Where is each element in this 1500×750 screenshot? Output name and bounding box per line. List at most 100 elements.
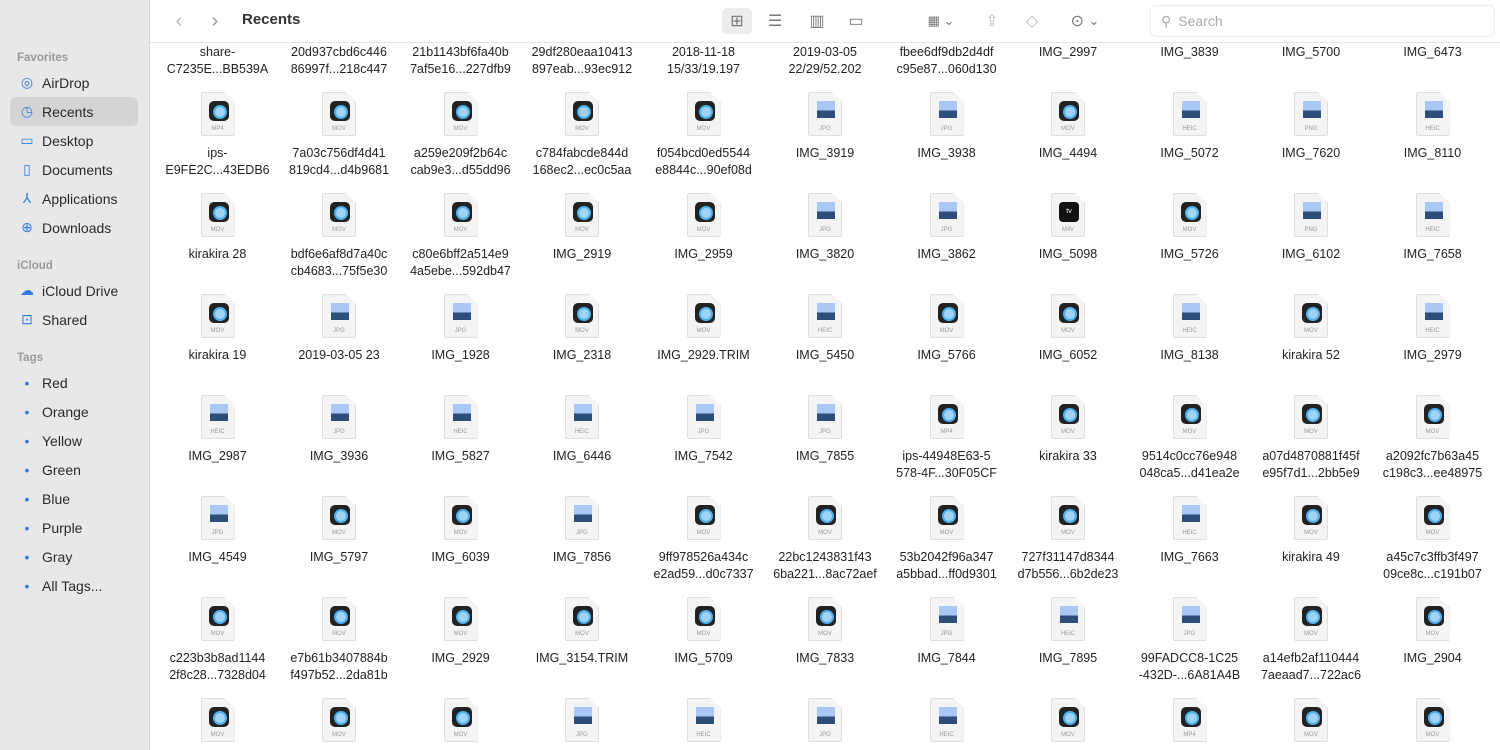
sidebar-item-gray[interactable]: • Gray bbox=[10, 542, 138, 571]
file-item[interactable]: MOV bdf6e6af8d7a40c cb4683...75f5e30 bbox=[279, 193, 400, 280]
file-item[interactable]: MOV IMG_5797 bbox=[279, 496, 400, 566]
file-item[interactable]: MOV f054bcd0ed5544 e8844c...90ef08d bbox=[643, 92, 764, 179]
back-button[interactable]: ‹ bbox=[168, 8, 190, 34]
file-item[interactable]: MOV bbox=[157, 698, 278, 742]
group-button[interactable]: ▦ ⌄ bbox=[920, 8, 962, 34]
file-item[interactable]: JPG IMG_7855 bbox=[765, 395, 886, 465]
file-item[interactable]: MOV IMG_2904 bbox=[1372, 597, 1493, 667]
sidebar-item-yellow[interactable]: • Yellow bbox=[10, 426, 138, 455]
file-item[interactable]: PNG IMG_7620 bbox=[1251, 92, 1372, 162]
file-item[interactable]: MOV 53b2042f96a347 a5bbad...ff0d9301 bbox=[886, 496, 1007, 583]
sidebar-item-recents[interactable]: ◷ Recents bbox=[10, 97, 138, 126]
file-item[interactable]: JPG IMG_4549 bbox=[157, 496, 278, 566]
file-item[interactable]: MOV bbox=[1251, 698, 1372, 742]
file-item[interactable]: MOV 7a03c756df4d41 819cd4...d4b9681 bbox=[279, 92, 400, 179]
file-item[interactable]: MP4 ips- E9FE2C...43EDB6 bbox=[157, 92, 278, 179]
sidebar-item-downloads[interactable]: ⊕ Downloads bbox=[10, 213, 138, 242]
file-item[interactable]: MOV IMG_2929.TRIM bbox=[643, 294, 764, 364]
share-button[interactable]: ⇪ bbox=[980, 8, 1004, 34]
more-actions-button[interactable]: ⊙ ⌄ bbox=[1064, 8, 1106, 34]
file-item[interactable]: HEIC bbox=[886, 698, 1007, 742]
file-item[interactable]: HEIC bbox=[643, 698, 764, 742]
file-item[interactable]: MOV c784fabcde844d 168ec2...ec0c5aa bbox=[522, 92, 643, 179]
file-item[interactable]: HEIC IMG_7658 bbox=[1372, 193, 1493, 263]
file-item[interactable]: MOV kirakira 28 bbox=[157, 193, 278, 263]
icon-view-button[interactable]: ⊞ bbox=[722, 8, 752, 34]
tag-button[interactable]: ◇ bbox=[1020, 8, 1044, 34]
file-item[interactable]: HEIC IMG_6446 bbox=[522, 395, 643, 465]
file-item[interactable]: MOV IMG_7833 bbox=[765, 597, 886, 667]
sidebar-item-applications[interactable]: ⅄ Applications bbox=[10, 184, 138, 213]
sidebar-item-shared[interactable]: ⊡ Shared bbox=[10, 305, 138, 334]
sidebar-item-red[interactable]: • Red bbox=[10, 368, 138, 397]
file-item[interactable]: MOV e7b61b3407884b f497b52...2da81b bbox=[279, 597, 400, 684]
sidebar-item-orange[interactable]: • Orange bbox=[10, 397, 138, 426]
file-item[interactable]: JPG IMG_3936 bbox=[279, 395, 400, 465]
file-item[interactable]: MOV IMG_2318 bbox=[522, 294, 643, 364]
file-item[interactable]: MOV kirakira 19 bbox=[157, 294, 278, 364]
sidebar-item-airdrop[interactable]: ◎ AirDrop bbox=[10, 68, 138, 97]
file-item[interactable]: MOV kirakira 49 bbox=[1251, 496, 1372, 566]
file-item[interactable]: MOV 727f31147d8344 d7b556...6b2de23 bbox=[1008, 496, 1129, 583]
file-item[interactable]: MOV IMG_2959 bbox=[643, 193, 764, 263]
file-item[interactable]: MOV c80e6bff2a514e9 4a5ebe...592db47 bbox=[400, 193, 521, 280]
search-field[interactable]: ⚲ Search bbox=[1150, 5, 1495, 37]
file-item[interactable]: HEIC IMG_5072 bbox=[1129, 92, 1250, 162]
file-item[interactable]: JPG IMG_7542 bbox=[643, 395, 764, 465]
file-item[interactable]: tv M4V IMG_5098 bbox=[1008, 193, 1129, 263]
file-item[interactable]: MOV kirakira 52 bbox=[1251, 294, 1372, 364]
file-item[interactable]: HEIC IMG_2987 bbox=[157, 395, 278, 465]
file-item[interactable]: JPG IMG_3820 bbox=[765, 193, 886, 263]
file-item[interactable]: HEIC IMG_8138 bbox=[1129, 294, 1250, 364]
column-view-button[interactable]: ▥ bbox=[804, 8, 830, 34]
file-item[interactable]: MOV a259e209f2b64c cab9e3...d55dd96 bbox=[400, 92, 521, 179]
file-item[interactable]: MOV IMG_2919 bbox=[522, 193, 643, 263]
file-item[interactable]: MOV IMG_5726 bbox=[1129, 193, 1250, 263]
file-item[interactable]: JPG IMG_3862 bbox=[886, 193, 1007, 263]
file-item[interactable]: MOV IMG_3154.TRIM bbox=[522, 597, 643, 667]
sidebar-item-desktop[interactable]: ▭ Desktop bbox=[10, 126, 138, 155]
list-view-button[interactable]: ☰ bbox=[762, 8, 788, 34]
file-item[interactable]: MOV bbox=[1008, 698, 1129, 742]
file-item[interactable]: MOV 22bc1243831f43 6ba221...8ac72aef bbox=[765, 496, 886, 583]
sidebar-item-blue[interactable]: • Blue bbox=[10, 484, 138, 513]
forward-button[interactable]: › bbox=[204, 8, 226, 34]
file-item[interactable]: MOV a2092fc7b63a45 c198c3...ee48975 bbox=[1372, 395, 1493, 482]
file-item[interactable]: MP4 bbox=[1129, 698, 1250, 742]
file-item[interactable]: MP4 ips-44948E63-5 578-4F...30F05CF bbox=[886, 395, 1007, 482]
file-item[interactable]: MOV IMG_6039 bbox=[400, 496, 521, 566]
sidebar-item-icloud-drive[interactable]: ☁ iCloud Drive bbox=[10, 276, 138, 305]
file-item[interactable]: MOV a14efb2af110444 7aeaad7...722ac6 bbox=[1251, 597, 1372, 684]
file-item[interactable]: HEIC IMG_2979 bbox=[1372, 294, 1493, 364]
file-item[interactable]: HEIC IMG_5827 bbox=[400, 395, 521, 465]
file-item[interactable]: HEIC IMG_8110 bbox=[1372, 92, 1493, 162]
file-item[interactable]: HEIC IMG_5450 bbox=[765, 294, 886, 364]
file-item[interactable]: MOV IMG_5766 bbox=[886, 294, 1007, 364]
sidebar-item-green[interactable]: • Green bbox=[10, 455, 138, 484]
file-item[interactable]: JPG IMG_3919 bbox=[765, 92, 886, 162]
file-item[interactable]: JPG IMG_1928 bbox=[400, 294, 521, 364]
file-item[interactable]: MOV a45c7c3ffb3f497 09ce8c...c191b07 bbox=[1372, 496, 1493, 583]
file-item[interactable]: JPG IMG_3938 bbox=[886, 92, 1007, 162]
file-item[interactable]: MOV c223b3b8ad1144 2f8c28...7328d04 bbox=[157, 597, 278, 684]
file-item[interactable]: MOV 9ff978526a434c e2ad59...d0c7337 bbox=[643, 496, 764, 583]
file-item[interactable]: PNG IMG_6102 bbox=[1251, 193, 1372, 263]
file-item[interactable]: JPG 99FADCC8-1C25 -432D-...6A81A4B bbox=[1129, 597, 1250, 684]
file-item[interactable]: JPG bbox=[765, 698, 886, 742]
gallery-view-button[interactable]: ▭ bbox=[843, 8, 869, 34]
file-item[interactable]: MOV 9514c0cc76e948 048ca5...d41ea2e bbox=[1129, 395, 1250, 482]
file-item[interactable]: MOV IMG_6052 bbox=[1008, 294, 1129, 364]
file-item[interactable]: MOV bbox=[279, 698, 400, 742]
file-item[interactable]: MOV bbox=[1372, 698, 1493, 742]
file-item[interactable]: MOV a07d4870881f45f e95f7d1...2bb5e9 bbox=[1251, 395, 1372, 482]
file-item[interactable]: MOV IMG_4494 bbox=[1008, 92, 1129, 162]
file-item[interactable]: JPG IMG_7844 bbox=[886, 597, 1007, 667]
file-item[interactable]: JPG 2019-03-05 23 bbox=[279, 294, 400, 364]
file-item[interactable]: JPG bbox=[522, 698, 643, 742]
sidebar-item-documents[interactable]: ▯ Documents bbox=[10, 155, 138, 184]
file-item[interactable]: MOV IMG_2929 bbox=[400, 597, 521, 667]
file-item[interactable]: MOV kirakira 33 bbox=[1008, 395, 1129, 465]
file-item[interactable]: MOV bbox=[400, 698, 521, 742]
sidebar-item-purple[interactable]: • Purple bbox=[10, 513, 138, 542]
file-item[interactable]: HEIC IMG_7663 bbox=[1129, 496, 1250, 566]
